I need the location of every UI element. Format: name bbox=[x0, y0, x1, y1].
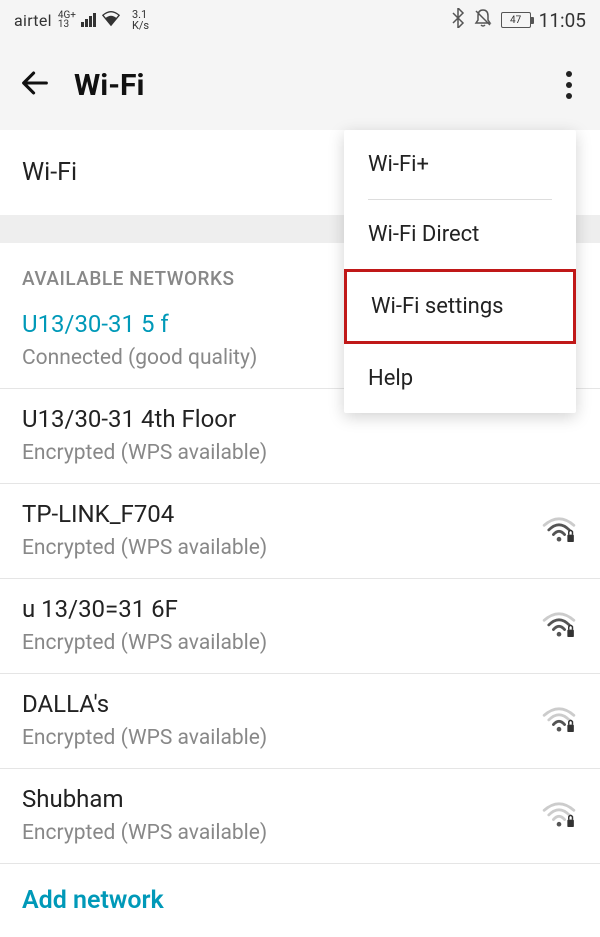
network-item[interactable]: DALLA's Encrypted (WPS available) bbox=[0, 674, 600, 769]
network-name: DALLA's bbox=[22, 690, 267, 718]
network-subtitle: Encrypted (WPS available) bbox=[22, 441, 267, 465]
network-subtitle: Encrypted (WPS available) bbox=[22, 821, 267, 845]
battery-icon: 47 bbox=[501, 12, 531, 28]
signal-bars-icon bbox=[81, 13, 96, 27]
status-left: airtel 4G+13 3.1K/s bbox=[14, 9, 149, 31]
network-item[interactable]: u 13/30=31 6F Encrypted (WPS available) bbox=[0, 579, 600, 674]
signal-indicator bbox=[542, 516, 578, 544]
status-right: 47 11:05 bbox=[451, 8, 586, 32]
page-title: Wi-Fi bbox=[74, 68, 144, 103]
header-bar: Wi-Fi bbox=[0, 40, 600, 130]
network-name: U13/30-31 4th Floor bbox=[22, 405, 267, 433]
overflow-menu: Wi-Fi+Wi-Fi DirectWi-Fi settingsHelp bbox=[344, 130, 576, 413]
status-bar: airtel 4G+13 3.1K/s 47 11:05 bbox=[0, 0, 600, 40]
menu-item-wi-fi-[interactable]: Wi-Fi+ bbox=[344, 130, 576, 199]
back-button[interactable] bbox=[18, 66, 52, 104]
network-name: U13/30-31 5 f bbox=[22, 310, 257, 338]
network-subtitle: Encrypted (WPS available) bbox=[22, 631, 267, 655]
bluetooth-icon bbox=[451, 8, 465, 32]
menu-item-wi-fi-settings[interactable]: Wi-Fi settings bbox=[344, 269, 576, 344]
signal-indicator bbox=[542, 611, 578, 639]
network-speed: 3.1K/s bbox=[132, 9, 149, 31]
network-name: u 13/30=31 6F bbox=[22, 595, 267, 623]
network-subtitle: Encrypted (WPS available) bbox=[22, 726, 267, 750]
menu-item-help[interactable]: Help bbox=[344, 344, 576, 413]
carrier-label: airtel bbox=[14, 11, 52, 30]
wifi-signal-icon bbox=[542, 611, 576, 637]
wifi-signal-icon bbox=[542, 516, 576, 542]
network-badge: 4G+13 bbox=[58, 11, 76, 29]
network-item[interactable]: TP-LINK_F704 Encrypted (WPS available) bbox=[0, 484, 600, 579]
wifi-toggle-label: Wi-Fi bbox=[22, 158, 77, 187]
wifi-signal-icon bbox=[542, 706, 576, 732]
network-name: TP-LINK_F704 bbox=[22, 500, 267, 528]
wifi-status-icon bbox=[100, 9, 122, 31]
signal-indicator bbox=[542, 706, 578, 734]
network-item[interactable]: Shubham Encrypted (WPS available) bbox=[0, 769, 600, 864]
network-name: Shubham bbox=[22, 785, 267, 813]
overflow-menu-button[interactable] bbox=[562, 63, 576, 107]
dnd-icon bbox=[473, 8, 493, 32]
clock: 11:05 bbox=[539, 9, 586, 32]
menu-item-wi-fi-direct[interactable]: Wi-Fi Direct bbox=[344, 200, 576, 269]
add-network-button[interactable]: Add network bbox=[0, 864, 600, 937]
wifi-signal-icon bbox=[542, 801, 576, 827]
signal-indicator bbox=[542, 801, 578, 829]
network-subtitle: Encrypted (WPS available) bbox=[22, 536, 267, 560]
network-subtitle: Connected (good quality) bbox=[22, 346, 257, 370]
